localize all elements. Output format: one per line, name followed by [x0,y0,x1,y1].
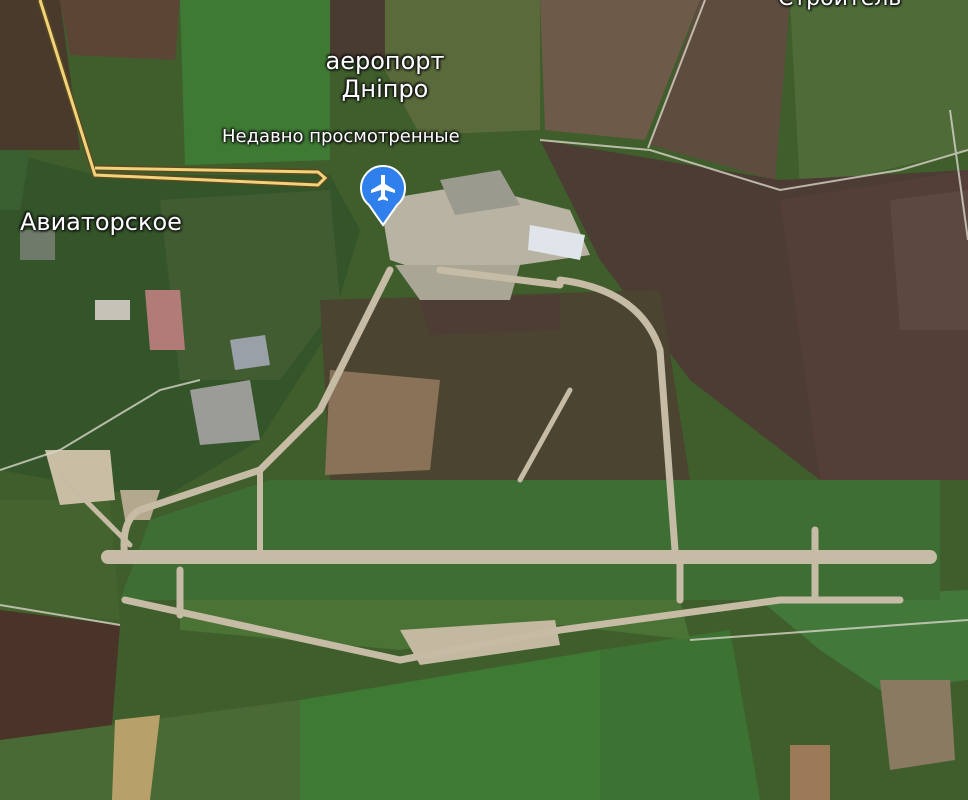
airport-name-label[interactable]: аеропорт Дніпро [230,47,540,103]
airport-name-line2: Дніпро [341,74,429,103]
airport-pin[interactable] [357,165,409,227]
airport-subtitle: Недавно просмотренные [222,126,460,147]
satellite-imagery [0,0,968,800]
airplane-pin-icon [360,165,406,227]
town-label: Строитель [778,0,901,11]
village-label: Авиаторское [20,208,182,236]
airport-name-line1: аеропорт [325,47,445,75]
satellite-map[interactable]: Строитель аеропорт Дніпро Недавно просмо… [0,0,968,800]
